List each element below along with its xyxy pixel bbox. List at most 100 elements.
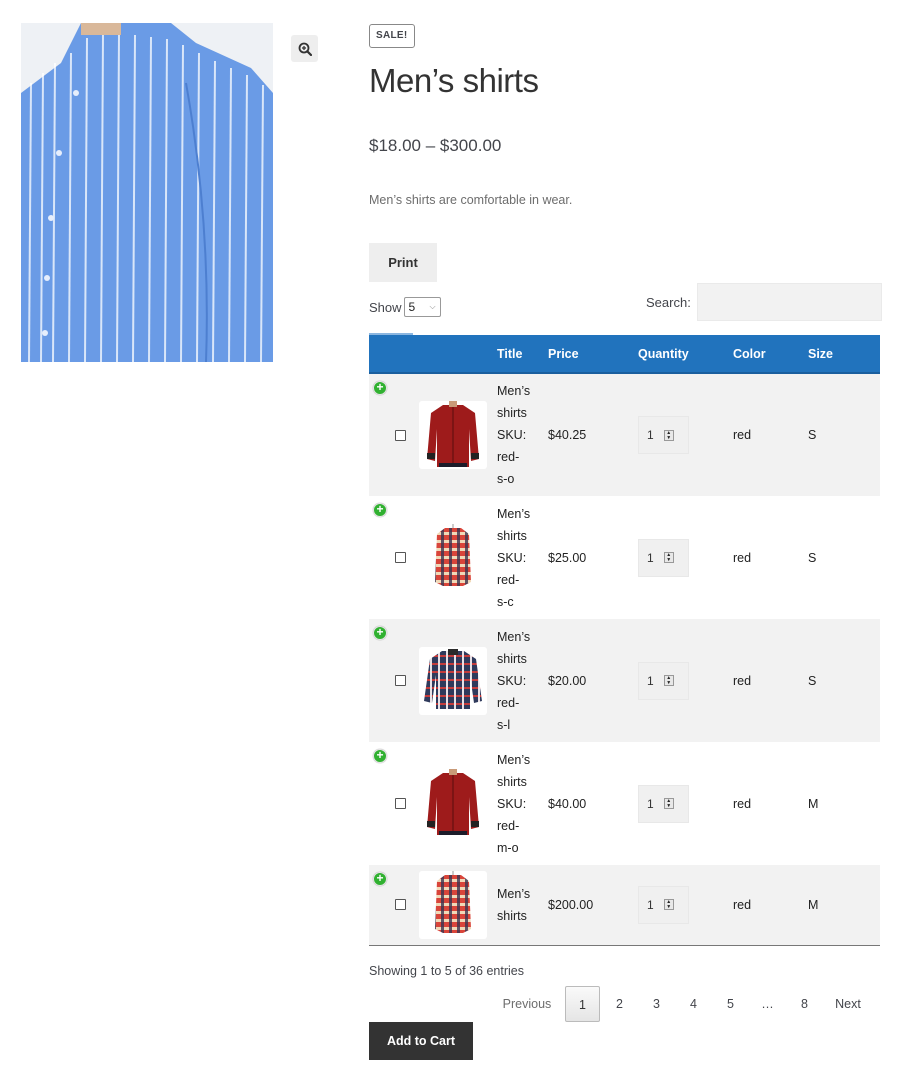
- variation-title-line: Men’s: [497, 506, 531, 521]
- product-main-image[interactable]: [21, 23, 273, 362]
- variation-title-line: Men’s: [497, 886, 531, 901]
- spinner-arrows-icon[interactable]: ▲ ▼: [663, 675, 674, 686]
- quantity-stepper[interactable]: 1 ▲ ▼: [638, 416, 689, 454]
- size-cell: S: [808, 550, 817, 565]
- print-button[interactable]: Print: [369, 243, 437, 282]
- page-length-select[interactable]: 5 ⌵: [403, 297, 441, 317]
- row-control-cell: +: [369, 373, 419, 496]
- price-cell: $40.00: [548, 796, 587, 811]
- variation-title-line: m-o: [497, 840, 519, 855]
- thumbnail-cell: [419, 373, 497, 496]
- column-header-color[interactable]: Color: [733, 335, 808, 373]
- pagination-page-3[interactable]: 3: [638, 986, 675, 1022]
- column-header-price[interactable]: Price: [548, 335, 638, 373]
- quantity-stepper[interactable]: 1 ▲ ▼: [638, 661, 689, 700]
- plaid-red-shirt-image: [433, 524, 473, 591]
- search-label: Search:: [646, 294, 691, 310]
- product-thumbnail[interactable]: [419, 523, 487, 592]
- spinner-arrows-icon[interactable]: ▲ ▼: [663, 552, 674, 563]
- row-control-cell: +: [369, 496, 419, 619]
- thumbnail-cell: [419, 619, 497, 742]
- quantity-stepper[interactable]: 1 ▲ ▼: [638, 784, 689, 823]
- expand-row-icon[interactable]: +: [373, 381, 387, 395]
- variation-title-line: red-: [497, 818, 520, 833]
- thumbnail-cell: [419, 496, 497, 619]
- pagination-page-2[interactable]: 2: [601, 986, 638, 1022]
- row-select-checkbox[interactable]: [395, 552, 406, 563]
- chevron-down-icon: ⌵: [429, 302, 436, 311]
- table-row: + Men’s shirts SKU: red-m-o $40.00 1 ▲ ▼ red…: [369, 742, 880, 865]
- variations-table: Title Price Quantity Color Size + Men’s s…: [369, 335, 880, 946]
- table-row: + Men’s shirts SKU: red-s-c $25.00 1 ▲ ▼ red…: [369, 496, 880, 619]
- search-input[interactable]: [696, 283, 882, 321]
- product-thumbnail[interactable]: [419, 870, 487, 939]
- product-thumbnail[interactable]: [419, 400, 487, 469]
- quantity-value: 1: [647, 673, 654, 688]
- thumbnail-cell: [419, 742, 497, 865]
- plaid-red-shirt-image: [433, 871, 473, 938]
- pagination-page-8[interactable]: 8: [786, 986, 823, 1022]
- table-row: + Men’s shirts SKU: red-s-l $20.00 1 ▲ ▼ red…: [369, 619, 880, 742]
- title-cell: Men’s shirts SKU: red-s-c: [497, 496, 548, 619]
- add-to-cart-button[interactable]: Add to Cart: [369, 1022, 473, 1060]
- expand-row-icon[interactable]: +: [373, 626, 387, 640]
- row-control-cell: +: [369, 619, 419, 742]
- quantity-value: 1: [647, 550, 654, 565]
- row-select-checkbox[interactable]: [395, 798, 406, 809]
- variation-title-line: SKU:: [497, 673, 527, 688]
- quantity-cell: 1 ▲ ▼: [638, 865, 733, 945]
- title-cell: Men’s shirts: [497, 865, 548, 945]
- table-search: Search:: [646, 283, 882, 321]
- variation-title-line: s-l: [497, 717, 511, 732]
- variation-title-line: shirts: [497, 651, 527, 666]
- column-header-title[interactable]: Title: [497, 335, 548, 373]
- zoom-in-icon: [298, 42, 312, 56]
- variation-title-line: red-: [497, 450, 520, 464]
- variation-title-line: shirts: [497, 406, 527, 420]
- quantity-cell: 1 ▲ ▼: [638, 373, 733, 496]
- product-thumbnail[interactable]: [419, 769, 487, 838]
- product-description: Men’s shirts are comfortable in wear.: [369, 193, 573, 207]
- pagination-ellipsis: …: [761, 997, 774, 1011]
- pagination-next[interactable]: Next: [823, 986, 873, 1022]
- spinner-arrows-icon[interactable]: ▲ ▼: [663, 899, 674, 911]
- size-cell: S: [808, 673, 817, 688]
- blue-striped-shirt-image: [21, 23, 273, 362]
- quantity-value: 1: [647, 796, 654, 811]
- column-header-quantity[interactable]: Quantity: [638, 335, 733, 373]
- quantity-stepper[interactable]: 1 ▲ ▼: [638, 885, 689, 924]
- quantity-value: 1: [647, 428, 654, 442]
- price-cell: $40.25: [548, 428, 587, 442]
- row-select-checkbox[interactable]: [395, 675, 406, 686]
- product-thumbnail[interactable]: [419, 646, 487, 715]
- pagination-page-5[interactable]: 5: [712, 986, 749, 1022]
- expand-row-icon[interactable]: +: [373, 749, 387, 763]
- table-row: + Men’s shirts $200.00 1 ▲ ▼ red M: [369, 865, 880, 945]
- quantity-cell: 1 ▲ ▼: [638, 496, 733, 619]
- pagination-page-1[interactable]: 1: [565, 986, 600, 1022]
- variation-title-line: shirts: [497, 774, 527, 789]
- expand-row-icon[interactable]: +: [373, 872, 387, 886]
- row-select-checkbox[interactable]: [395, 899, 406, 911]
- gallery-zoom-button[interactable]: [291, 35, 318, 62]
- spinner-arrows-icon[interactable]: ▲ ▼: [663, 429, 674, 441]
- variation-title-line: Men’s: [497, 384, 531, 398]
- table-header-row: Title Price Quantity Color Size: [369, 335, 880, 373]
- variation-title-line: SKU:: [497, 796, 527, 811]
- thumbnail-cell: [419, 865, 497, 945]
- spinner-arrows-icon[interactable]: ▲ ▼: [663, 798, 674, 809]
- title-cell: Men’s shirts SKU: red-m-o: [497, 742, 548, 865]
- title-cell: Men’s shirts SKU: red-s-o: [497, 373, 548, 496]
- pagination: Previous 1 2 3 4 5 … 8 Next: [490, 986, 873, 1022]
- pagination-previous[interactable]: Previous: [490, 986, 564, 1022]
- variation-title-line: s-o: [497, 472, 515, 486]
- pagination-page-4[interactable]: 4: [675, 986, 712, 1022]
- column-header-size[interactable]: Size: [808, 335, 880, 373]
- column-header-control: [369, 335, 419, 373]
- page-length-control: Show 5 ⌵: [369, 297, 441, 317]
- sale-badge: SALE!: [369, 24, 415, 48]
- row-select-checkbox[interactable]: [395, 429, 406, 441]
- variation-title-line: s-c: [497, 594, 514, 609]
- expand-row-icon[interactable]: +: [373, 503, 387, 517]
- quantity-stepper[interactable]: 1 ▲ ▼: [638, 538, 689, 577]
